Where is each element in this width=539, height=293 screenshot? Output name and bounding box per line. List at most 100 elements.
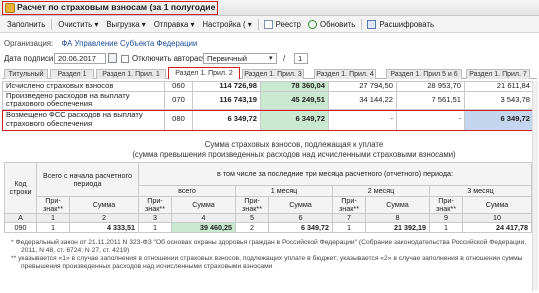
header-code: Код строки	[4, 162, 37, 214]
value-cell[interactable]: 27 794,50	[328, 81, 397, 92]
tab-section-1-app-4[interactable]: Раздел 1. Прил. 4	[314, 69, 376, 79]
sign-cell[interactable]: 2	[235, 222, 269, 233]
toolbar: Заполнить Очистить ▾ Выгрузка ▾ Отправка…	[0, 16, 539, 33]
value-cell[interactable]: 114 726,98	[192, 81, 261, 92]
tab-section-1-app-2[interactable]: Раздел 1. Прил. 2	[168, 67, 240, 79]
sum-cell[interactable]: 4 333,51	[69, 222, 139, 233]
sum-cell[interactable]: 6 349,72	[268, 222, 333, 233]
tab-section-1-app-1[interactable]: Раздел 1. Прил. 1	[96, 69, 166, 79]
sum-cell[interactable]: 24 417,78	[462, 222, 532, 233]
sign-cell[interactable]: 1	[429, 222, 463, 233]
value-cell[interactable]: 78 360,04	[260, 81, 329, 92]
window-title: Расчет по страховым взносам (за 1 полуго…	[17, 2, 217, 12]
tab-section-1[interactable]: Раздел 1	[50, 69, 94, 79]
decode-button[interactable]: Расшифровать	[378, 17, 438, 32]
sum-cell[interactable]: 39 460,25	[171, 222, 236, 233]
registry-button[interactable]: Реестр	[275, 17, 305, 32]
section-caption-line1: Сумма страховых взносов, подлежащая к уп…	[204, 140, 384, 149]
registry-icon	[263, 19, 273, 29]
clear-label: Очистить	[58, 19, 93, 29]
fill-button[interactable]: Заполнить	[3, 17, 49, 32]
insurance-totals-table: Исчислено страховых взносов 060 114 726,…	[2, 81, 534, 131]
value-cell[interactable]: 34 144,22	[328, 90, 397, 110]
header-sum: Сумма	[69, 196, 139, 214]
sum-cell[interactable]: 21 392,19	[365, 222, 430, 233]
value-cell[interactable]: 21 611,84	[464, 81, 534, 92]
value-cell[interactable]: -	[328, 108, 397, 131]
send-menu[interactable]: Отправка ▾	[150, 17, 199, 32]
vertical-scrollbar[interactable]	[532, 81, 538, 291]
column-number: 7	[332, 213, 366, 223]
column-number: 4	[171, 213, 236, 223]
row-label: Исчислено страховых взносов	[2, 81, 165, 92]
table-row: 090 1 4 333,51 1 39 460,25 2 6 349,72 1 …	[4, 222, 532, 233]
table-row: Произведено расходов на выплату страхово…	[2, 90, 534, 110]
export-menu[interactable]: Выгрузка ▾	[102, 17, 149, 32]
value-cell[interactable]: 116 743,19	[192, 90, 261, 110]
value-cell[interactable]: 6 349,72	[464, 108, 534, 131]
send-label: Отправка	[153, 19, 189, 29]
table-row: Возмещено ФСС расходов на выплату страхо…	[2, 108, 534, 131]
tab-section-1-app-7[interactable]: Раздел 1. Прил. 7	[466, 69, 530, 79]
document-icon	[5, 3, 15, 13]
organization-label: Организация:	[4, 39, 54, 48]
report-kind-select[interactable]: Первичный	[203, 53, 277, 64]
value-cell[interactable]: 6 349,72	[192, 108, 261, 131]
value-cell[interactable]: -	[396, 108, 465, 131]
signature-date-input[interactable]: 20.06.2017	[54, 53, 106, 64]
header-all: всего	[138, 185, 236, 197]
header-sum: Сумма	[268, 196, 333, 214]
header-month-2: 2 месяц	[332, 185, 430, 197]
section-caption-line2: (сумма превышения произведенных расходов…	[132, 149, 456, 159]
row-code: 070	[164, 90, 193, 110]
toolbar-separator	[257, 18, 259, 30]
calendar-icon[interactable]	[108, 53, 117, 63]
autocalc-label: Отключить авторасчет	[132, 54, 214, 63]
sign-cell[interactable]: 1	[332, 222, 366, 233]
tab-title-page[interactable]: Титульный	[4, 69, 48, 79]
window-titlebar: Расчет по страховым взносам (за 1 полуго…	[0, 0, 539, 16]
header-sign: При- знак**	[332, 196, 366, 214]
correction-number-input[interactable]: 1	[294, 53, 308, 64]
autocalc-checkbox[interactable]	[121, 55, 129, 63]
table-header-row: При- знак** Сумма При- знак** Сумма При-…	[5, 196, 532, 214]
sign-cell[interactable]: 1	[138, 222, 172, 233]
footnote-1: * Федеральный закон от 21.11.2011 N 323-…	[11, 239, 527, 254]
section-tabs: Титульный Раздел 1 Раздел 1. Прил. 1 Раз…	[2, 67, 537, 79]
correction-separator: /	[283, 54, 286, 63]
header-sum: Сумма	[462, 196, 532, 214]
organization-row: Организация: ФА Управление Субъекта Феде…	[4, 39, 197, 48]
value-cell[interactable]: 28 953,70	[396, 81, 465, 92]
row-code: 080	[164, 108, 193, 131]
row-code: 090	[4, 222, 37, 233]
header-month-3: 3 месяц	[429, 185, 532, 197]
value-cell[interactable]: 7 561,51	[396, 90, 465, 110]
sign-cell[interactable]: 1	[36, 222, 70, 233]
decode-icon	[367, 19, 377, 29]
update-button[interactable]: Обновить	[319, 17, 359, 32]
header-last-three-months: в том числе за последние три месяца расч…	[138, 162, 532, 186]
header-sign: При- знак**	[138, 196, 172, 214]
header-sign: При- знак**	[235, 196, 269, 214]
clear-menu[interactable]: Очистить ▾	[54, 17, 102, 32]
column-number: 2	[69, 213, 139, 223]
row-label: Возмещено ФСС расходов на выплату страхо…	[2, 108, 165, 131]
header-total-period: Всего с начала расчетного периода	[36, 162, 139, 197]
value-cell[interactable]: 45 249,51	[260, 90, 329, 110]
settings-menu[interactable]: Настройка ( ▾	[198, 17, 255, 32]
tab-section-1-app-3[interactable]: Раздел 1. Прил. 3	[242, 69, 304, 79]
column-number: 5	[235, 213, 269, 223]
toolbar-separator	[361, 18, 363, 30]
export-label: Выгрузка	[106, 19, 140, 29]
column-number-row: A 1 2 3 4 5 6 7 8 9 10	[4, 213, 532, 223]
signature-date-label: Дата подписи:	[4, 54, 56, 63]
chevron-down-icon[interactable]: ▾	[269, 54, 273, 62]
row-label: Произведено расходов на выплату страхово…	[2, 90, 165, 110]
value-cell[interactable]: 6 349,72	[260, 108, 329, 131]
organization-link[interactable]: ФА Управление Субъекта Федерации	[61, 39, 197, 48]
window-title-highlight: Расчет по страховым взносам (за 1 полуго…	[2, 1, 218, 15]
value-cell[interactable]: 3 543,78	[464, 90, 534, 110]
column-number: A	[4, 213, 37, 223]
header-sign: При- знак**	[429, 196, 463, 214]
tab-section-1-app-5-6[interactable]: Раздел 1. Прил 5 и 6	[386, 69, 462, 79]
